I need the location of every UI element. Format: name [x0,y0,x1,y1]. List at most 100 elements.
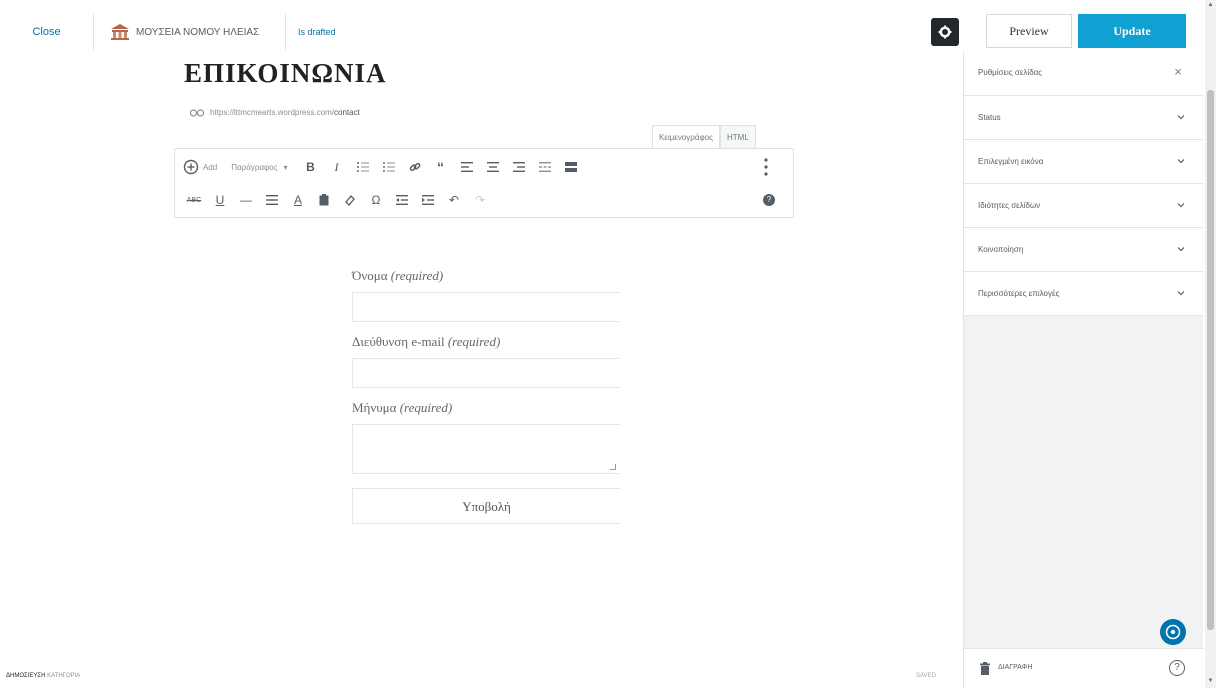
close-button[interactable]: Close [0,14,94,50]
outdent-icon [396,195,408,205]
panel-more-options[interactable]: Περισσότερες επιλογές [964,272,1203,316]
sidebar-title: Ρυθμίσεις σελίδας [978,68,1043,77]
read-more-button[interactable] [534,156,556,178]
panel-label: Κοινοποίηση [978,245,1024,254]
paragraph-format-select[interactable]: Παράγραφος ▾ [231,163,287,172]
breadcrumb-item[interactable]: ΔΗΜΟΣΙΕΥΣΗ [6,673,45,679]
sidebar-header: Ρυθμίσεις σελίδας × [964,52,1203,96]
bullet-list-icon [356,162,369,172]
insert-link-button[interactable] [404,156,426,178]
required-marker: (required) [390,268,444,283]
redo-button[interactable]: ↷ [469,189,491,211]
save-status: SAVED [916,673,936,679]
tab-visual[interactable]: Κειμενογράφος [652,125,720,149]
update-button[interactable]: Update [1078,14,1186,48]
name-field[interactable] [352,292,620,322]
site-link[interactable]: ΜΟΥΣΕΙΑ ΝΟΜΟΥ ΗΛΕΙΑΣ [110,22,259,42]
read-more-icon [538,162,551,172]
settings-sidebar: Ρυθμίσεις σελίδας × Status Επιλεγμένη ει… [963,52,1204,688]
email-label: Διεύθυνση e-mail (required) [352,334,620,354]
eraser-icon [345,195,355,206]
align-right-icon [512,162,525,172]
bullet-list-button[interactable] [352,156,374,178]
align-right-button[interactable] [508,156,530,178]
clipboard-icon [319,194,329,206]
bold-button[interactable]: B [300,156,322,178]
email-field[interactable] [352,358,620,388]
breadcrumb-item[interactable]: ΚΑΤΗΓΟΡΙΑ [47,673,80,679]
justify-icon [266,195,278,205]
page-scrollbar[interactable]: ▲ ▼ [1205,0,1216,688]
draft-status: Is drafted [285,14,336,50]
toolbar-toggle-button[interactable] [560,156,582,178]
settings-button[interactable] [931,18,959,46]
permalink-base: https://lttmcmearts.wordpress.com/ [210,108,335,117]
museum-icon [111,24,129,40]
permalink[interactable]: https://lttmcmearts.wordpress.com/contac… [190,108,360,117]
strikethrough-button[interactable]: ABC [183,189,205,211]
numbered-list-icon [382,162,395,172]
blockquote-button[interactable]: “ [430,156,452,178]
more-options-icon[interactable] [761,155,771,179]
special-character-button[interactable]: Ω [365,189,387,211]
chevron-down-icon [1177,203,1185,208]
scroll-up-icon[interactable]: ▲ [1207,0,1214,10]
indent-button[interactable] [417,189,439,211]
indent-icon [422,195,434,205]
horizontal-line-button[interactable]: — [235,189,257,211]
align-left-button[interactable] [456,156,478,178]
panel-label: Ιδιότητες σελίδων [978,201,1041,210]
site-name: ΜΟΥΣΕΙΑ ΝΟΜΟΥ ΗΛΕΙΑΣ [136,26,260,38]
toolbar-row-2: ABC U — A Ω ↶ ↷ [183,188,495,212]
submit-button[interactable]: Υποβολή [352,488,620,524]
panel-label: Status [978,113,1001,122]
footer-breadcrumb[interactable]: ΔΗΜΟΣΙΕΥΣΗ ΚΑΤΗΓΟΡΙΑ [6,673,80,679]
chevron-down-icon [1177,115,1185,120]
required-marker: (required) [399,400,453,415]
panel-page-attributes[interactable]: Ιδιότητες σελίδων [964,184,1203,228]
panel-sharing[interactable]: Κοινοποίηση [964,228,1203,272]
scroll-down-icon[interactable]: ▼ [1207,676,1214,686]
resize-handle-icon[interactable] [610,464,616,470]
justify-button[interactable] [261,189,283,211]
preview-button[interactable]: Preview [986,14,1072,48]
chevron-down-icon [1177,159,1185,164]
contact-form: Όνομα (required) Διεύθυνση e-mail (requi… [352,268,620,524]
align-center-button[interactable] [482,156,504,178]
email-label-text: Διεύθυνση e-mail [352,334,445,349]
scroll-thumb[interactable] [1207,90,1214,630]
text-color-button[interactable]: A [287,189,309,211]
editor-tabs: Κειμενογράφος HTML [652,125,756,149]
chevron-down-icon [1177,291,1185,296]
required-marker: (required) [447,334,501,349]
panel-status[interactable]: Status [964,96,1203,140]
help-icon[interactable]: ? [1169,660,1185,676]
underline-button[interactable]: U [209,189,231,211]
trash-icon[interactable] [980,662,990,675]
link-icon [190,108,204,117]
editor-toolbar: Add Παράγραφος ▾ B I “ ABC U — A Ω ↶ ↷ ? [174,148,794,218]
paste-text-button[interactable] [313,189,335,211]
accessibility-button[interactable] [1160,619,1186,645]
close-icon[interactable]: × [1170,64,1186,80]
page-title[interactable]: ΕΠΙΚΟΙΝΩΝΙΑ [184,58,387,89]
chevron-down-icon [1177,247,1185,252]
link-icon [409,162,420,172]
message-label: Μήνυμα (required) [352,400,620,420]
gear-icon [938,25,952,39]
add-media-button[interactable]: Add [183,159,217,175]
outdent-button[interactable] [391,189,413,211]
panel-featured-image[interactable]: Επιλεγμένη εικόνα [964,140,1203,184]
align-left-icon [460,162,473,172]
numbered-list-button[interactable] [378,156,400,178]
delete-button[interactable]: ΔΙΑΓΡΑΦΗ [998,664,1032,671]
clear-formatting-button[interactable] [339,189,361,211]
message-label-text: Μήνυμα [352,400,397,415]
keyboard-shortcuts-help-icon[interactable]: ? [763,194,775,206]
undo-button[interactable]: ↶ [443,189,465,211]
name-label: Όνομα (required) [352,268,620,288]
tab-html[interactable]: HTML [719,125,756,149]
message-field[interactable] [352,424,620,474]
add-label: Add [203,162,218,172]
italic-button[interactable]: I [326,156,348,178]
